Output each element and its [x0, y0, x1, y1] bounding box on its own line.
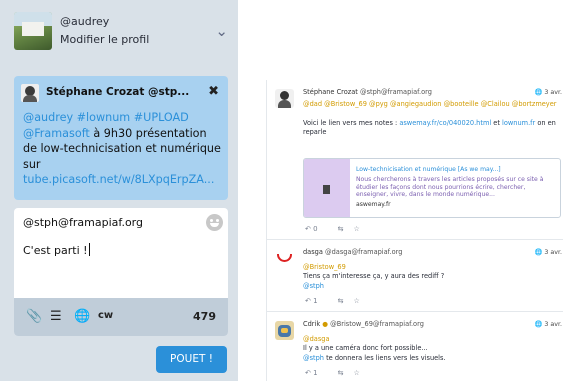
card-title: Low-technicisation et numérique [As we m… [356, 166, 501, 173]
status-actions: ↶ 1 ⇆ ☆ [305, 369, 370, 377]
status-item[interactable]: Stéphane Crozat @stph@framapiaf.org 🌐 3 … [267, 80, 563, 240]
status-item[interactable]: dasga @dasga@framapiaf.org 🌐 3 avr. @Bri… [267, 240, 563, 312]
poll-icon[interactable]: ☰ [50, 309, 62, 324]
avatar[interactable] [275, 321, 294, 340]
reply-tags[interactable]: @audrey #lownum #UPLOAD [23, 111, 189, 124]
account-handle: @audrey [60, 15, 110, 28]
status-actions: ↶ 1 ⇆ ☆ [305, 297, 370, 305]
status-content: @dasga Il y a une caméra donc fort possi… [303, 335, 446, 362]
status-time[interactable]: 🌐 3 avr. [535, 88, 562, 96]
edit-profile-link[interactable]: Modifier le profil [60, 33, 149, 46]
status-mentions[interactable]: @dad @Bristow_69 @pyg @angiegaudion @boo… [303, 100, 556, 108]
status-mention[interactable]: @stph [303, 282, 324, 290]
boost-icon[interactable]: ⇆ [338, 225, 344, 233]
compose-column: @audrey Modifier le profil ⌄ Stéphane Cr… [0, 0, 238, 381]
card-thumbnail [304, 159, 350, 217]
smile-icon[interactable] [206, 214, 223, 231]
status-item[interactable]: Cdrik ● @Bristow_69@framapiaf.org 🌐 3 av… [267, 312, 563, 381]
character-counter: 479 [193, 310, 216, 323]
favourite-icon[interactable]: ☆ [353, 369, 359, 377]
status-actions: ↶ 0 ⇆ ☆ [305, 225, 370, 233]
content-warning-button[interactable]: cw [98, 310, 113, 321]
status-content: @dad @Bristow_69 @pyg @angiegaudion @boo… [303, 100, 557, 136]
compose-textarea[interactable]: C'est parti ! [23, 243, 90, 257]
reply-icon[interactable]: ↶ 1 [305, 297, 328, 305]
close-icon[interactable]: ✖ [208, 84, 219, 99]
reply-indicator: Stéphane Crozat @stp... ✖ @audrey #lownu… [14, 76, 228, 200]
status-content: @Bristow_69 Tiens ça m'interesse ça, y a… [303, 263, 445, 290]
reply-mention-org[interactable]: @Framasoft [23, 127, 90, 140]
reply-link[interactable]: tube.picasoft.net/w/8LXpqErpZA... [23, 173, 214, 186]
reply-author-avatar [21, 84, 39, 102]
conversation-timeline: Stéphane Crozat @stph@framapiaf.org 🌐 3 … [266, 80, 563, 381]
reply-text: @audrey #lownum #UPLOAD @Framasoft à 9h3… [23, 110, 223, 188]
reply-author[interactable]: Stéphane Crozat @stp... [46, 86, 189, 98]
status-header[interactable]: dasga @dasga@framapiaf.org [303, 248, 402, 256]
card-description: Nous chercherons à travers les articles … [356, 175, 544, 199]
boost-icon[interactable]: ⇆ [338, 369, 344, 377]
account-header: @audrey Modifier le profil ⌄ [14, 12, 234, 54]
avatar[interactable] [275, 249, 294, 268]
status-time[interactable]: 🌐 3 avr. [535, 248, 562, 256]
status-header[interactable]: Cdrik ● @Bristow_69@framapiaf.org [303, 320, 424, 328]
status-mention[interactable]: @Bristow_69 [303, 263, 346, 271]
card-host: aswemay.fr [356, 201, 391, 209]
avatar[interactable] [275, 89, 294, 108]
favourite-icon[interactable]: ☆ [353, 297, 359, 305]
avatar[interactable] [14, 12, 52, 50]
compose-toolbar: 📎 ☰ 🌐 cw 479 [14, 298, 228, 336]
paperclip-icon[interactable]: 📎 [26, 309, 42, 324]
status-time[interactable]: 🌐 3 avr. [535, 320, 562, 328]
chevron-down-icon[interactable]: ⌄ [215, 22, 228, 40]
document-icon [323, 185, 330, 194]
boost-icon[interactable]: ⇆ [338, 297, 344, 305]
reply-icon[interactable]: ↶ 0 [305, 225, 328, 233]
status-header[interactable]: Stéphane Crozat @stph@framapiaf.org [303, 88, 432, 96]
status-link[interactable]: aswemay.fr/co/040020.html [399, 119, 491, 127]
status-mention[interactable]: @stph [303, 354, 324, 362]
favourite-icon[interactable]: ☆ [353, 225, 359, 233]
globe-icon[interactable]: 🌐 [74, 309, 90, 324]
reply-icon[interactable]: ↶ 1 [305, 369, 328, 377]
status-mention[interactable]: @dasga [303, 335, 329, 343]
publish-button[interactable]: POUET ! [156, 346, 227, 373]
status-link[interactable]: lownum.fr [502, 119, 535, 127]
compose-recipient[interactable]: @stph@framapiaf.org [23, 216, 143, 229]
link-preview-card[interactable]: Low-technicisation et numérique [As we m… [303, 158, 561, 218]
